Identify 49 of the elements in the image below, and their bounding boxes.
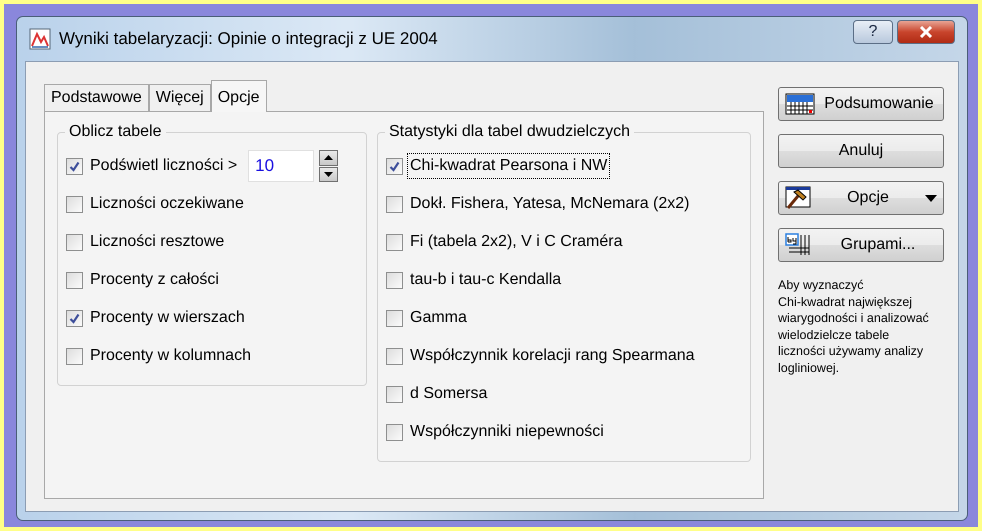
close-button[interactable] [897,20,955,44]
checkbox[interactable] [66,196,83,212]
checkbox-label[interactable]: Współczynniki niepewności [408,420,606,444]
checkbox[interactable] [386,196,403,212]
checkbox-label[interactable]: Procenty w kolumnach [88,344,253,368]
cancel-button[interactable]: Anuluj [778,134,944,168]
checkbox-label[interactable]: Liczności oczekiwane [88,192,246,216]
checkbox-label[interactable]: tau-b i tau-c Kendalla [408,268,564,292]
number-field[interactable]: 10 [248,150,314,182]
summary-button[interactable]: Podsumowanie [778,87,944,121]
checkbox[interactable] [66,348,83,364]
options-dropdown-button[interactable]: Opcje [778,181,944,215]
checkbox[interactable] [386,424,403,440]
checkbox-label[interactable]: Współczynnik korelacji rang Spearmana [408,344,697,368]
checkbox-label[interactable]: Podświetl liczności > [88,154,240,178]
checkbox-label[interactable]: Chi-kwadrat Pearsona i NW [408,154,610,178]
chart-app-icon [29,28,51,50]
checkbox[interactable] [66,310,83,326]
window-title: Wyniki tabelaryzacji: Opinie o integracji z UE 2004 [59,28,438,50]
checkbox-label[interactable]: Fi (tabela 2x2), V i C Craméra [408,230,625,254]
checkbox[interactable] [386,272,403,288]
help-text: Aby wyznaczyć Chi-kwadrat największej wiarygodności i analizować wielodzielcze tabele liczności używamy analizy logliniowej. [778,277,930,376]
tab[interactable]: Więcej [148,84,211,111]
hammer-icon [785,186,811,210]
help-button[interactable]: ? [853,20,893,44]
close-icon [919,26,933,38]
checkbox[interactable] [386,234,403,250]
groups-button[interactable]: Grupami... [778,228,944,262]
up-arrow-icon[interactable] [324,155,334,160]
checkbox-label[interactable]: Liczności resztowe [88,230,226,254]
checkbox[interactable] [66,234,83,250]
checkbox-label[interactable]: Gamma [408,306,469,330]
tab[interactable]: Podstawowe [44,84,149,111]
spinner-control[interactable] [319,150,338,182]
checkbox-label[interactable]: d Somersa [408,382,490,406]
checkbox-label[interactable]: Procenty z całości [88,268,221,292]
tab[interactable]: Opcje [210,80,267,112]
checkbox[interactable] [66,272,83,288]
checkbox-label[interactable]: Procenty w wierszach [88,306,247,330]
checkbox[interactable] [386,158,403,174]
group-title: Statystyki dla tabel dwudzielczych [385,122,634,142]
checkbox-label[interactable]: Dokł. Fishera, Yatesa, McNemara (2x2) [408,192,692,216]
table-icon [785,93,815,115]
checkbox[interactable] [386,386,403,402]
checkbox[interactable] [66,158,83,174]
caret-icon [925,194,937,202]
checkbox[interactable] [386,310,403,326]
checkbox[interactable] [386,348,403,364]
down-arrow-icon[interactable] [324,172,334,177]
